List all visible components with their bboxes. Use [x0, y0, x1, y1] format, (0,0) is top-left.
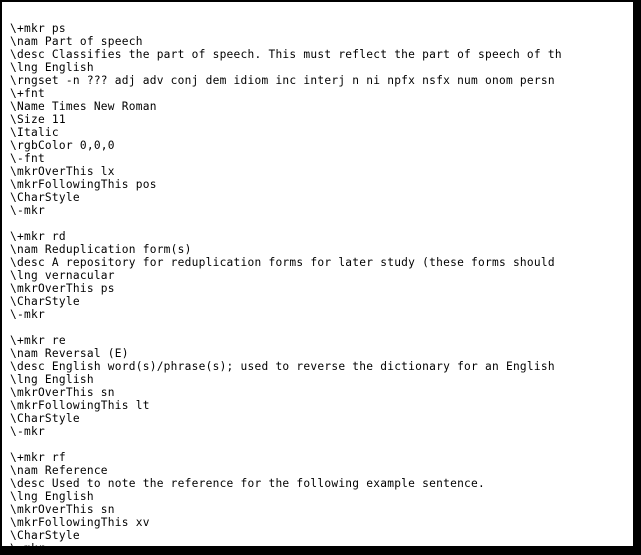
text-line: \+mkr re	[10, 334, 66, 347]
text-line: \CharStyle	[10, 412, 80, 425]
text-line: \+fnt	[10, 87, 45, 100]
text-line: \-fnt	[10, 152, 45, 165]
text-viewer-window: \+mkr ps \nam Part of speech \desc Classif…	[2, 2, 633, 546]
text-line: \nam Reference	[10, 464, 108, 477]
text-line: \-mkr	[10, 542, 633, 546]
text-line: \lng English	[10, 373, 94, 386]
text-line: \mkrFollowingThis lt	[10, 399, 150, 412]
text-line: \mkrOverThis lx	[10, 165, 115, 178]
text-line: \nam Reduplication form(s)	[10, 243, 192, 256]
text-line: \Name Times New Roman	[10, 100, 157, 113]
text-line: \mkrFollowingThis xv	[10, 516, 150, 529]
text-line: \+mkr rd	[10, 230, 66, 243]
text-line: \nam Part of speech	[10, 35, 143, 48]
text-line: \+mkr rf	[10, 451, 66, 464]
text-line: \desc Classifies the part of speech. Thi…	[10, 48, 562, 61]
text-line: \CharStyle	[10, 295, 80, 308]
text-line: \Size 11	[10, 113, 66, 126]
text-line: \mkrOverThis sn	[10, 503, 115, 516]
text-line: \lng English	[10, 490, 94, 503]
text-line: \CharStyle	[10, 529, 80, 542]
text-line: \mkrOverThis sn	[10, 386, 115, 399]
text-line: \rngset -n ??? adj adv conj dem idiom in…	[10, 74, 555, 87]
text-line: \mkrOverThis ps	[10, 282, 115, 295]
text-line: \CharStyle	[10, 191, 80, 204]
text-line: \Italic	[10, 126, 59, 139]
text-line: \-mkr	[10, 204, 45, 217]
text-line: \desc English word(s)/phrase(s); used to…	[10, 360, 555, 373]
text-line: \mkrFollowingThis pos	[10, 178, 157, 191]
text-line: \lng vernacular	[10, 269, 115, 282]
text-line: \nam Reversal (E)	[10, 347, 129, 360]
text-line: \-mkr	[10, 425, 45, 438]
text-line: \desc A repository for reduplication for…	[10, 256, 555, 269]
text-line: \lng English	[10, 61, 94, 74]
text-line: \+mkr ps	[10, 22, 66, 35]
text-line: \desc Used to note the reference for the…	[10, 477, 486, 490]
text-line: \-mkr	[10, 308, 45, 321]
text-line: \rgbColor 0,0,0	[10, 139, 115, 152]
document-text-area[interactable]: \+mkr ps \nam Part of speech \desc Classif…	[10, 22, 633, 546]
